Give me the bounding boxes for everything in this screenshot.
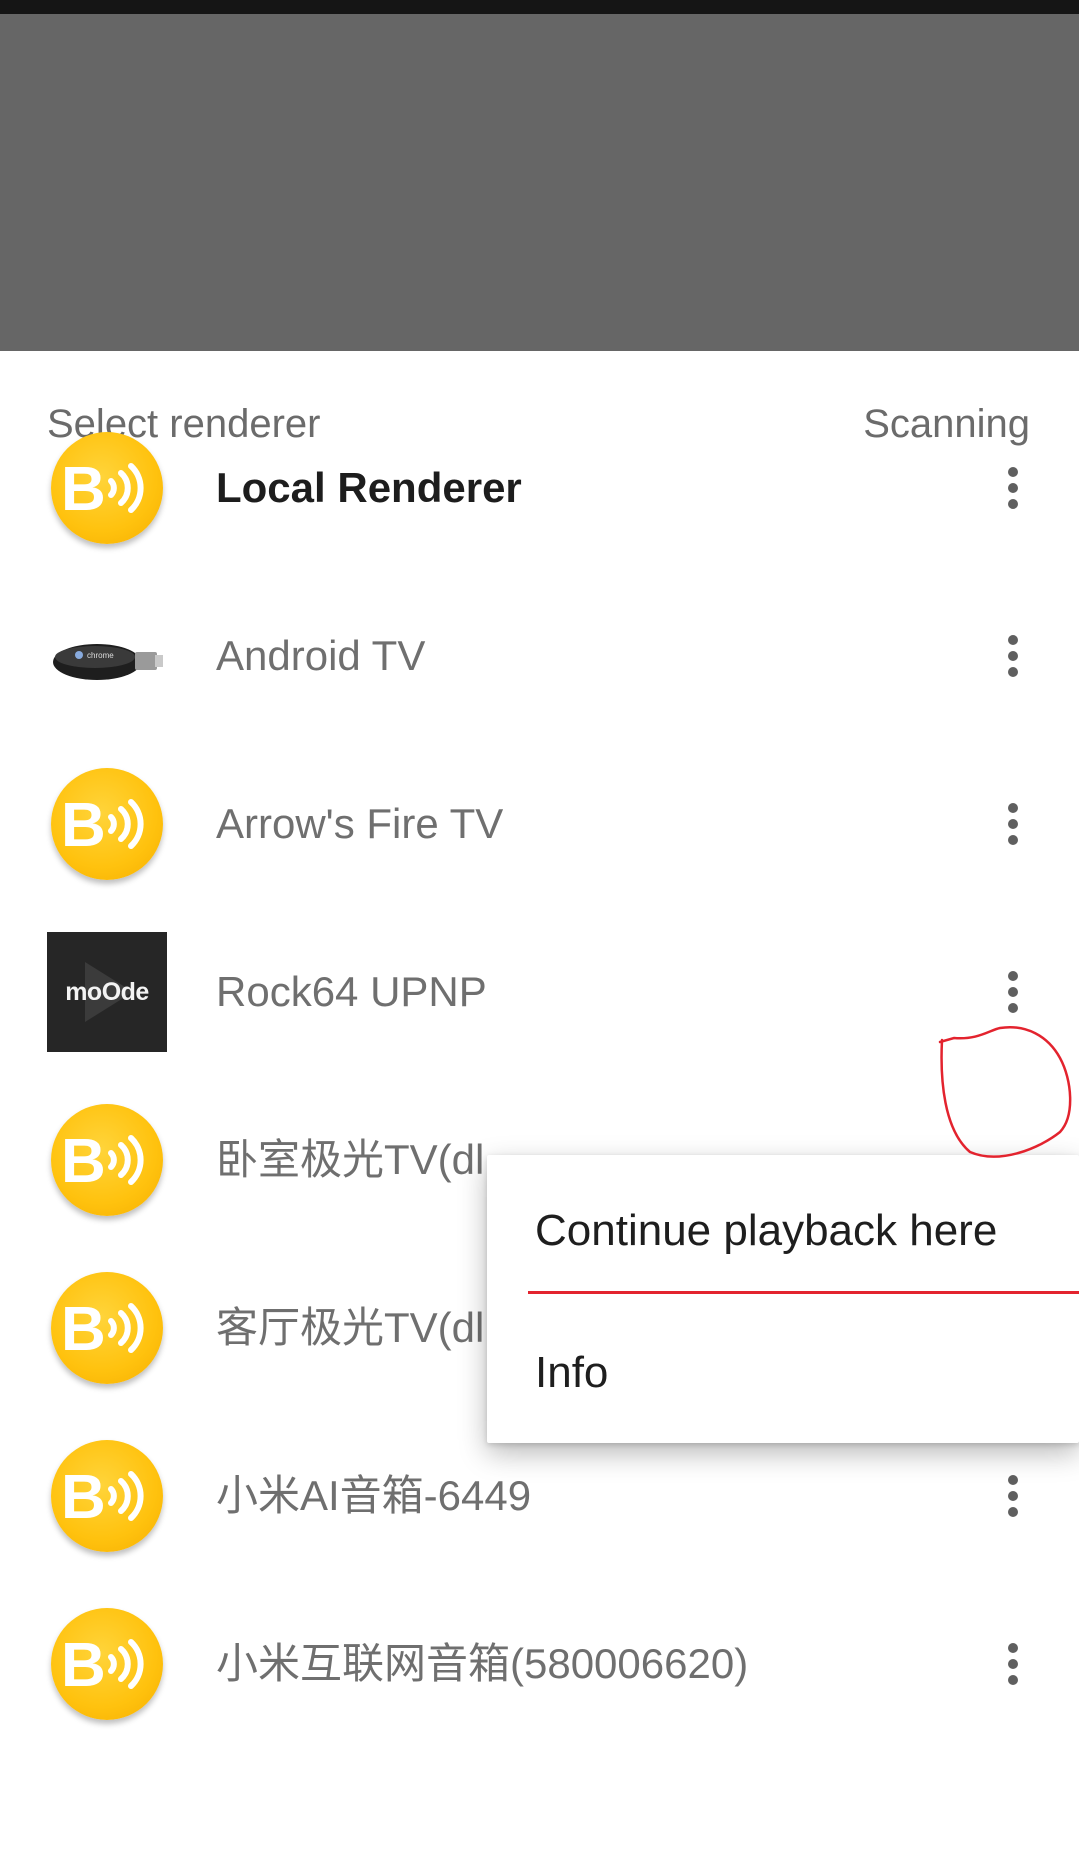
renderer-context-menu: Continue playback here Info xyxy=(487,1155,1079,1443)
bubbleupnp-icon: B xyxy=(47,764,167,884)
more-options-icon[interactable] xyxy=(990,962,1036,1022)
renderer-name: Rock64 UPNP xyxy=(216,968,487,1015)
renderer-name: Local Renderer xyxy=(216,464,522,511)
menu-item-continue-playback[interactable]: Continue playback here xyxy=(535,1203,997,1259)
renderer-name: 客厅极光TV(dl xyxy=(216,1304,485,1351)
more-options-icon[interactable] xyxy=(990,458,1036,518)
bubbleupnp-icon: B xyxy=(47,428,167,548)
renderer-row-android-tv[interactable]: chrome Android TV xyxy=(0,572,1079,740)
renderer-name: 卧室极光TV(dl xyxy=(216,1136,485,1183)
bubbleupnp-icon: B xyxy=(47,1100,167,1220)
more-options-icon[interactable] xyxy=(990,1634,1036,1694)
svg-text:B: B xyxy=(61,455,106,523)
dimmed-background-scrim[interactable] xyxy=(0,14,1079,351)
more-options-icon[interactable] xyxy=(990,794,1036,854)
renderer-row-xiaomi-internet-speaker[interactable]: B 小米互联网音箱(580006620) xyxy=(0,1580,1079,1748)
svg-text:B: B xyxy=(61,1631,106,1699)
renderer-name: 小米互联网音箱(580006620) xyxy=(216,1640,749,1687)
renderer-row-local[interactable]: B Local Renderer xyxy=(0,404,1079,572)
renderer-name: Android TV xyxy=(216,632,426,679)
chromecast-icon: chrome xyxy=(47,596,167,716)
svg-text:B: B xyxy=(61,1127,106,1195)
renderer-name: Arrow's Fire TV xyxy=(216,800,504,847)
menu-item-info[interactable]: Info xyxy=(535,1345,608,1401)
bubbleupnp-icon: B xyxy=(47,1268,167,1388)
svg-text:B: B xyxy=(61,1463,106,1531)
svg-text:B: B xyxy=(61,791,106,859)
bubbleupnp-icon: B xyxy=(47,1436,167,1556)
annotation-underline xyxy=(528,1291,1079,1294)
svg-text:chrome: chrome xyxy=(87,651,114,660)
bubbleupnp-icon: B xyxy=(47,1604,167,1724)
renderer-name: 小米AI音箱-6449 xyxy=(216,1472,532,1519)
status-bar xyxy=(0,0,1079,14)
svg-text:B: B xyxy=(61,1295,106,1363)
moode-icon: moOde xyxy=(47,932,167,1052)
renderer-row-fire-tv[interactable]: B Arrow's Fire TV xyxy=(0,740,1079,908)
renderer-row-rock64[interactable]: moOde Rock64 UPNP xyxy=(0,908,1079,1076)
more-options-icon[interactable] xyxy=(990,1466,1036,1526)
more-options-icon[interactable] xyxy=(990,626,1036,686)
